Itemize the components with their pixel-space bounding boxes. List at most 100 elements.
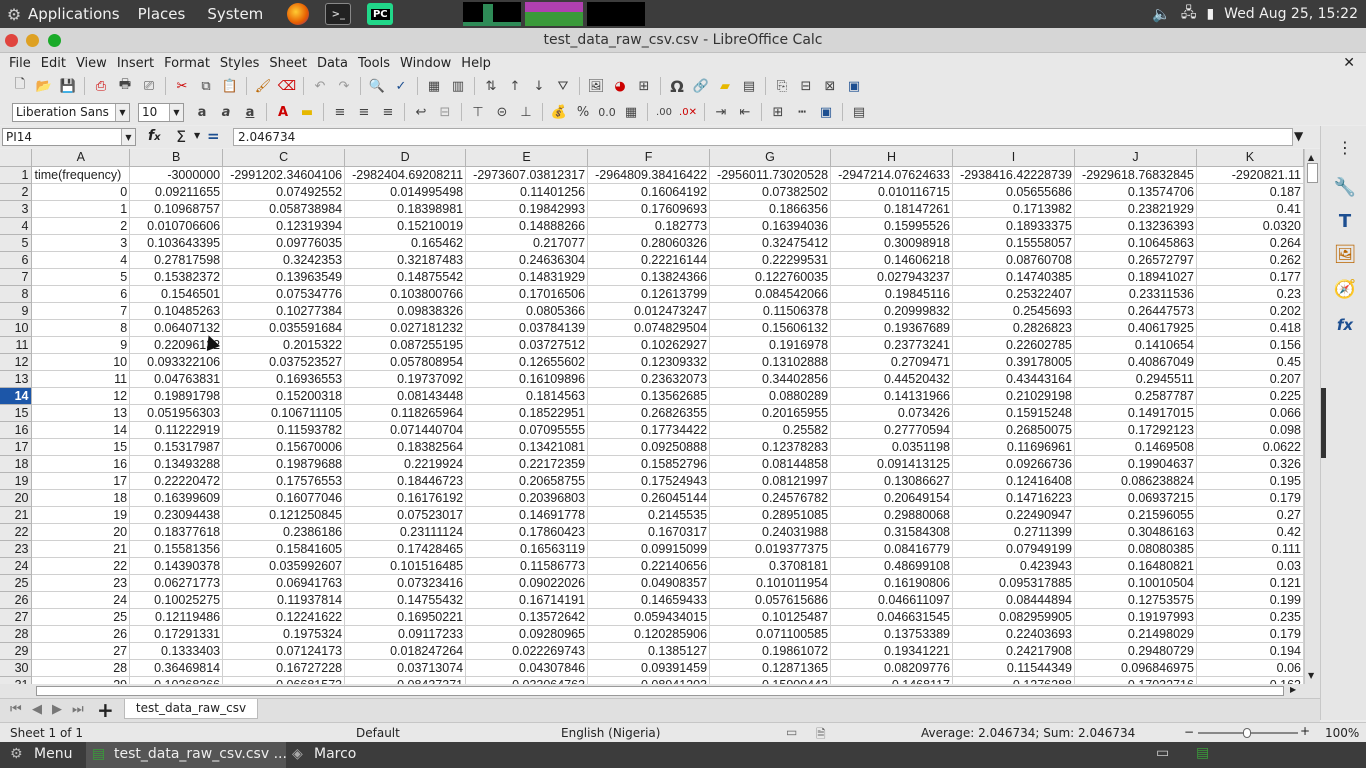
cell[interactable]: 0.08760708 <box>952 251 1075 269</box>
cell[interactable]: 0.15915248 <box>952 404 1075 422</box>
cell[interactable]: 0.18398981 <box>344 200 467 218</box>
zoom-out-icon[interactable]: − <box>1184 725 1194 739</box>
bold-icon[interactable]: a <box>192 102 212 122</box>
cell[interactable]: 0.035591684 <box>222 319 346 337</box>
cell[interactable]: 0.027181232 <box>344 319 467 337</box>
increase-indent-icon[interactable]: ⇥ <box>711 102 731 122</box>
cell[interactable]: 0.20999832 <box>830 302 954 320</box>
cell[interactable]: 0.121250845 <box>222 506 346 524</box>
cell[interactable]: 0.2587787 <box>1074 387 1197 405</box>
cell[interactable]: 0.177 <box>1196 268 1304 286</box>
cell[interactable]: 0.194 <box>1196 642 1304 660</box>
cell[interactable]: 0.24031988 <box>709 523 832 541</box>
row-header[interactable]: 24 <box>0 557 33 575</box>
cell[interactable]: 0.199 <box>1196 591 1304 609</box>
cell[interactable]: 0.31584308 <box>830 523 954 541</box>
paste-icon[interactable]: 📋 <box>220 76 240 96</box>
cell[interactable]: 10 <box>31 353 131 371</box>
cell[interactable]: 0.182773 <box>587 217 711 235</box>
cell[interactable]: 0.07534776 <box>222 285 346 303</box>
cell[interactable]: 0.17016506 <box>465 285 589 303</box>
cell[interactable]: 0.018247264 <box>344 642 467 660</box>
cell[interactable]: 0.1385127 <box>587 642 711 660</box>
row-header[interactable]: 10 <box>0 319 33 337</box>
zoom-in-icon[interactable]: + <box>1300 724 1310 738</box>
cell[interactable]: 0.11593782 <box>222 421 346 439</box>
cell[interactable]: 0.084542066 <box>709 285 832 303</box>
cell[interactable]: 0.26045144 <box>587 489 711 507</box>
cell[interactable]: 0.07949199 <box>952 540 1075 558</box>
cell[interactable]: 0.04307846 <box>465 659 589 677</box>
cell[interactable]: 0.0805366 <box>465 302 589 320</box>
cell[interactable]: 0.010706606 <box>129 217 224 235</box>
cell[interactable]: 0.17860423 <box>465 523 589 541</box>
cell[interactable]: 0.1546501 <box>129 285 224 303</box>
cell[interactable]: 0.035992607 <box>222 557 346 575</box>
cell[interactable]: 0.29480729 <box>1074 642 1197 660</box>
hyperlink-icon[interactable]: 🔗 <box>691 76 711 96</box>
row-header[interactable]: 21 <box>0 506 33 524</box>
insert-chart-icon[interactable]: ◕ <box>610 76 630 96</box>
cell[interactable]: 0.12241622 <box>222 608 346 626</box>
cell[interactable]: 0.48699108 <box>830 557 954 575</box>
cell[interactable]: -2973607.03812317 <box>465 166 589 184</box>
scroll-up-icon[interactable]: ▲ <box>1308 153 1314 162</box>
places-menu[interactable]: Places <box>130 5 196 23</box>
decrease-indent-icon[interactable]: ⇤ <box>735 102 755 122</box>
cell[interactable]: 0.28951085 <box>709 506 832 524</box>
cell[interactable]: 0.15558057 <box>952 234 1075 252</box>
cell[interactable]: 0.10025275 <box>129 591 224 609</box>
cell[interactable]: 5 <box>31 268 131 286</box>
menu-help[interactable]: Help <box>456 56 496 71</box>
cell[interactable]: 0.06941763 <box>222 574 346 592</box>
align-top-icon[interactable]: ⊤ <box>468 102 488 122</box>
cell[interactable]: 0.11937814 <box>222 591 346 609</box>
cell[interactable]: 0.11586773 <box>465 557 589 575</box>
cell[interactable]: 0.08143448 <box>344 387 467 405</box>
cell[interactable]: 0.22220472 <box>129 472 224 490</box>
cell[interactable]: 0.08416779 <box>830 540 954 558</box>
row-header[interactable]: 22 <box>0 523 33 541</box>
row-header[interactable]: 17 <box>0 438 33 456</box>
cell[interactable]: 0.09211655 <box>129 183 224 201</box>
border-color-icon[interactable]: ▣ <box>816 102 836 122</box>
cell[interactable]: 0.40617925 <box>1074 319 1197 337</box>
formula-input[interactable]: 2.046734 <box>233 128 1293 146</box>
cell[interactable]: 0.24217908 <box>952 642 1075 660</box>
cell[interactable]: 8 <box>31 319 131 337</box>
cell[interactable]: 0.13824366 <box>587 268 711 286</box>
cell[interactable]: 0.19197993 <box>1074 608 1197 626</box>
cell[interactable]: 0.10262927 <box>587 336 711 354</box>
cell[interactable]: 0.096846975 <box>1074 659 1197 677</box>
cell[interactable]: 0.066 <box>1196 404 1304 422</box>
cell[interactable]: 0.13562685 <box>587 387 711 405</box>
cell[interactable]: 0.14917015 <box>1074 404 1197 422</box>
cell[interactable]: 0.095317885 <box>952 574 1075 592</box>
cell[interactable]: 0.073426 <box>830 404 954 422</box>
cell[interactable]: 24 <box>31 591 131 609</box>
cell[interactable]: 27 <box>31 642 131 660</box>
cell[interactable]: 13 <box>31 404 131 422</box>
cell[interactable]: 0.16727228 <box>222 659 346 677</box>
number-format-icon[interactable]: 0.0 <box>597 102 617 122</box>
function-wizard-icon[interactable]: fx <box>148 128 161 144</box>
cell[interactable]: 0.1333403 <box>129 642 224 660</box>
scroll-down-icon[interactable]: ▼ <box>1308 671 1314 680</box>
cell[interactable]: 0.18933375 <box>952 217 1075 235</box>
cell[interactable]: 0.30098918 <box>830 234 954 252</box>
cell[interactable]: 0.44520432 <box>830 370 954 388</box>
cell[interactable]: 0.027943237 <box>830 268 954 286</box>
cell[interactable]: 0.012473247 <box>587 302 711 320</box>
cell[interactable]: 0.058738984 <box>222 200 346 218</box>
cell[interactable]: 0.07095555 <box>465 421 589 439</box>
row-header[interactable]: 7 <box>0 268 33 286</box>
merge-center-icon[interactable]: ⊟ <box>435 102 455 122</box>
cell[interactable]: 0.15581356 <box>129 540 224 558</box>
cell[interactable]: 0.1276288 <box>952 676 1075 684</box>
cell[interactable]: 0.2386186 <box>222 523 346 541</box>
cell[interactable]: 0.25582 <box>709 421 832 439</box>
cell[interactable]: 0.423943 <box>952 557 1075 575</box>
cell[interactable]: 0.14875542 <box>344 268 467 286</box>
vertical-scroll-thumb[interactable] <box>1307 163 1318 183</box>
cell[interactable]: 0.103800766 <box>344 285 467 303</box>
